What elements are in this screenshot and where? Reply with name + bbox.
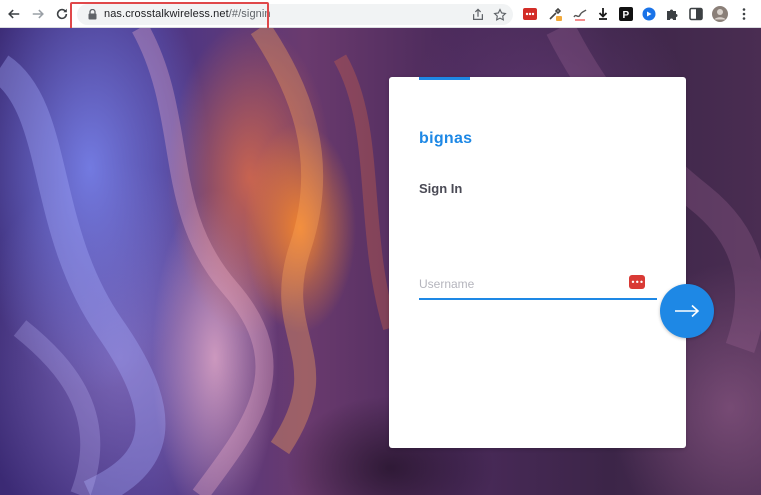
kebab-menu-icon: [742, 8, 746, 20]
download-extension[interactable]: [596, 7, 610, 21]
avatar-icon: [712, 6, 728, 22]
arrow-left-icon: [8, 9, 20, 19]
browser-menu-button[interactable]: [737, 7, 751, 21]
arrow-right-icon: [675, 304, 700, 318]
signin-card: bignas Sign In •••: [389, 77, 686, 448]
p-extension[interactable]: P: [619, 7, 633, 21]
lastpass-icon: [523, 8, 537, 20]
browser-toolbar: nas.crosstalkwireless.net/#/signin P: [0, 0, 761, 32]
extensions-button[interactable]: [665, 7, 679, 21]
eyedropper-extension[interactable]: [548, 7, 562, 21]
drawing-icon: [573, 9, 587, 21]
url-text[interactable]: nas.crosstalkwireless.net/#/signin: [104, 8, 271, 20]
username-field[interactable]: •••: [419, 267, 657, 300]
address-bar[interactable]: nas.crosstalkwireless.net/#/signin: [77, 4, 513, 25]
reload-icon: [56, 8, 68, 20]
lastpass-extension[interactable]: [523, 7, 537, 21]
bookmark-star-icon[interactable]: [493, 8, 507, 22]
eyedropper-icon: [549, 7, 562, 21]
password-manager-dots: •••: [630, 277, 644, 287]
puzzle-icon: [667, 9, 678, 20]
sidepanel-icon: [689, 7, 703, 21]
svg-text:P: P: [623, 10, 630, 21]
drawing-extension[interactable]: [573, 7, 587, 21]
p-icon: P: [619, 7, 633, 21]
arrow-right-icon: [32, 9, 44, 19]
brand-name: bignas: [419, 130, 473, 147]
username-input[interactable]: [419, 275, 619, 293]
forward-button[interactable]: [29, 5, 47, 23]
media-icon: [642, 7, 656, 21]
card-accent-bar: [419, 77, 470, 80]
reload-button[interactable]: [53, 5, 71, 23]
lock-icon: [88, 9, 97, 20]
download-icon: [598, 8, 608, 20]
back-button[interactable]: [5, 5, 23, 23]
share-icon[interactable]: [471, 8, 485, 22]
url-host: nas.crosstalkwireless.net: [104, 8, 229, 20]
side-panel-button[interactable]: [689, 7, 703, 21]
password-manager-icon[interactable]: •••: [629, 275, 645, 289]
profile-avatar[interactable]: [712, 6, 728, 22]
media-extension[interactable]: [642, 7, 656, 21]
next-button[interactable]: [660, 284, 714, 338]
signin-heading: Sign In: [419, 181, 463, 196]
url-path: /#/signin: [228, 8, 271, 20]
